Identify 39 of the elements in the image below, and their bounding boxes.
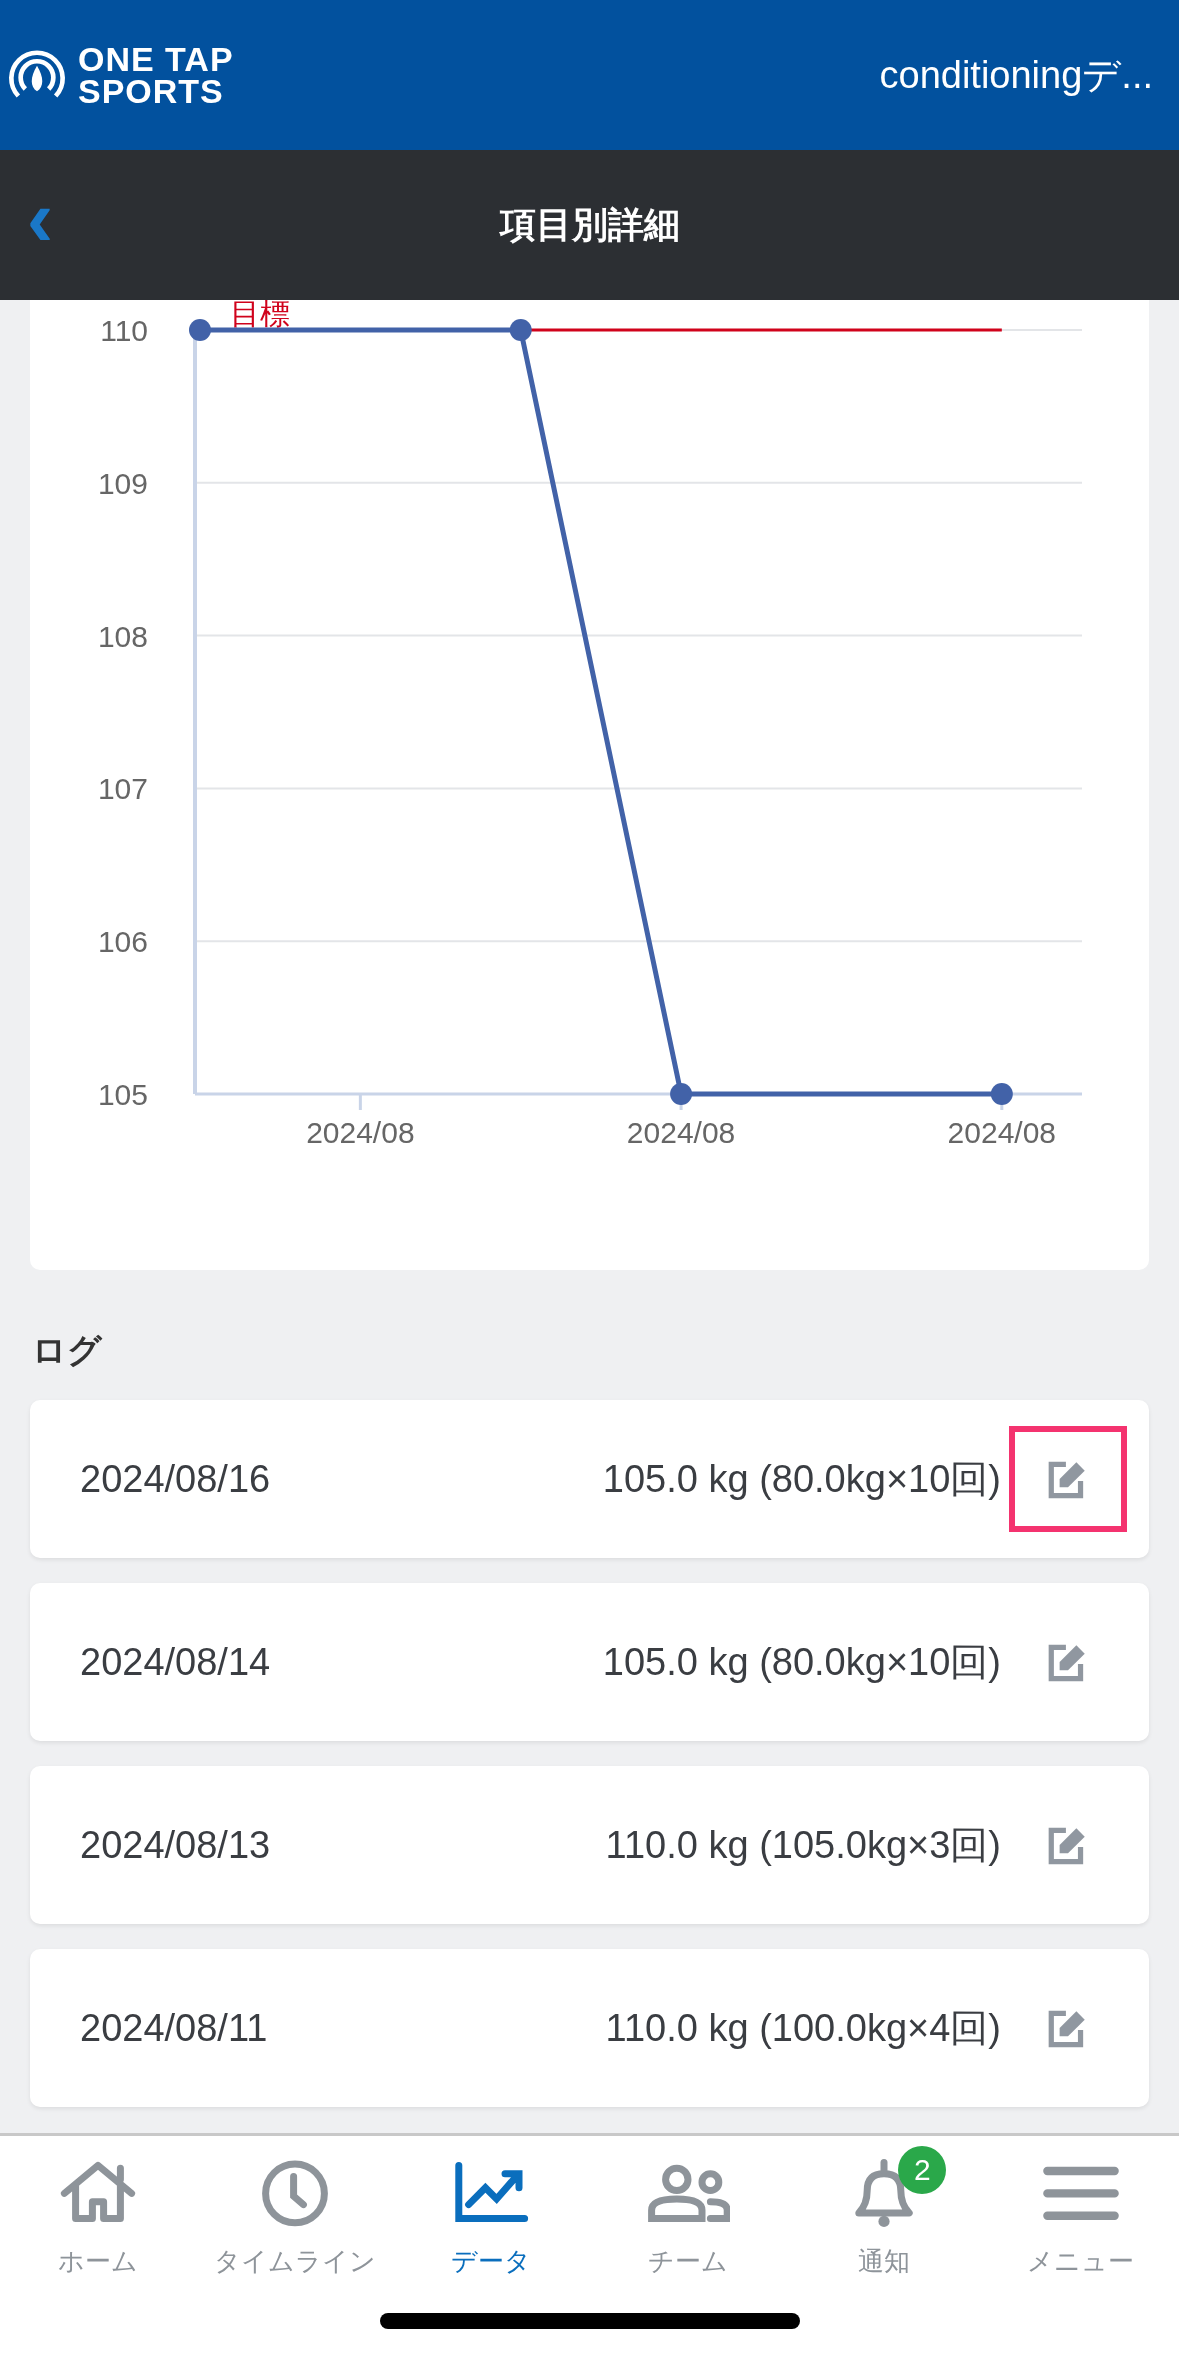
log-date: 2024/08/13 <box>80 1823 272 1867</box>
log-card[interactable]: 2024/08/16 105.0 kg (80.0kg×10回) <box>30 1400 1149 1558</box>
log-card[interactable]: 2024/08/13 110.0 kg (105.0kg×3回) <box>30 1766 1149 1924</box>
back-button[interactable]: ‹ <box>0 179 80 271</box>
x-tick-label: 2024/08 <box>947 1116 1057 1149</box>
data-point <box>509 319 532 341</box>
series-label: 目標 <box>230 300 290 331</box>
logo-text: ONE TAP SPORTS <box>78 43 234 107</box>
tab-item[interactable]: メニュー <box>982 2136 1179 2303</box>
tab-item[interactable]: ホーム <box>0 2136 197 2303</box>
log-date: 2024/08/11 <box>80 2006 269 2050</box>
tab-item[interactable]: タイムライン <box>196 2136 393 2303</box>
tab-item[interactable]: 2 通知 <box>786 2136 983 2303</box>
log-value: 110.0 kg (100.0kg×4回) <box>605 2005 1001 2051</box>
data-point <box>990 1083 1013 1105</box>
team-name[interactable]: conditioningデ... <box>879 49 1153 101</box>
y-tick-label: 108 <box>97 619 148 653</box>
y-tick-label: 106 <box>97 925 148 959</box>
y-tick-label: 107 <box>97 772 148 806</box>
x-tick-label: 2024/08 <box>626 1116 736 1149</box>
notification-badge: 2 <box>898 2146 947 2194</box>
log-value: 105.0 kg (80.0kg×10回) <box>602 1456 1001 1502</box>
data-point <box>670 1083 693 1105</box>
log-value: 110.0 kg (105.0kg×3回) <box>605 1822 1001 1868</box>
data-point <box>189 319 211 341</box>
tab-item[interactable]: チーム <box>589 2136 786 2303</box>
log-date: 2024/08/14 <box>80 1640 272 1684</box>
log-card[interactable]: 2024/08/14 105.0 kg (80.0kg×10回) <box>30 1583 1149 1741</box>
log-date: 2024/08/16 <box>80 1457 272 1501</box>
tab-item[interactable]: データ <box>393 2136 590 2303</box>
x-tick-label: 2024/08 <box>306 1116 415 1149</box>
log-value: 105.0 kg (80.0kg×10回) <box>602 1639 1001 1685</box>
page-title: 項目別詳細 <box>498 202 681 247</box>
y-tick-label: 105 <box>97 1078 148 1111</box>
section-title: ログ <box>32 1330 102 1371</box>
log-card[interactable]: 2024/08/11 110.0 kg (100.0kg×4回) <box>30 1949 1149 2107</box>
highlighted-edit-button[interactable] <box>1009 1426 1127 1532</box>
y-tick-label: 109 <box>97 466 148 500</box>
y-tick-label: 110 <box>100 314 148 347</box>
